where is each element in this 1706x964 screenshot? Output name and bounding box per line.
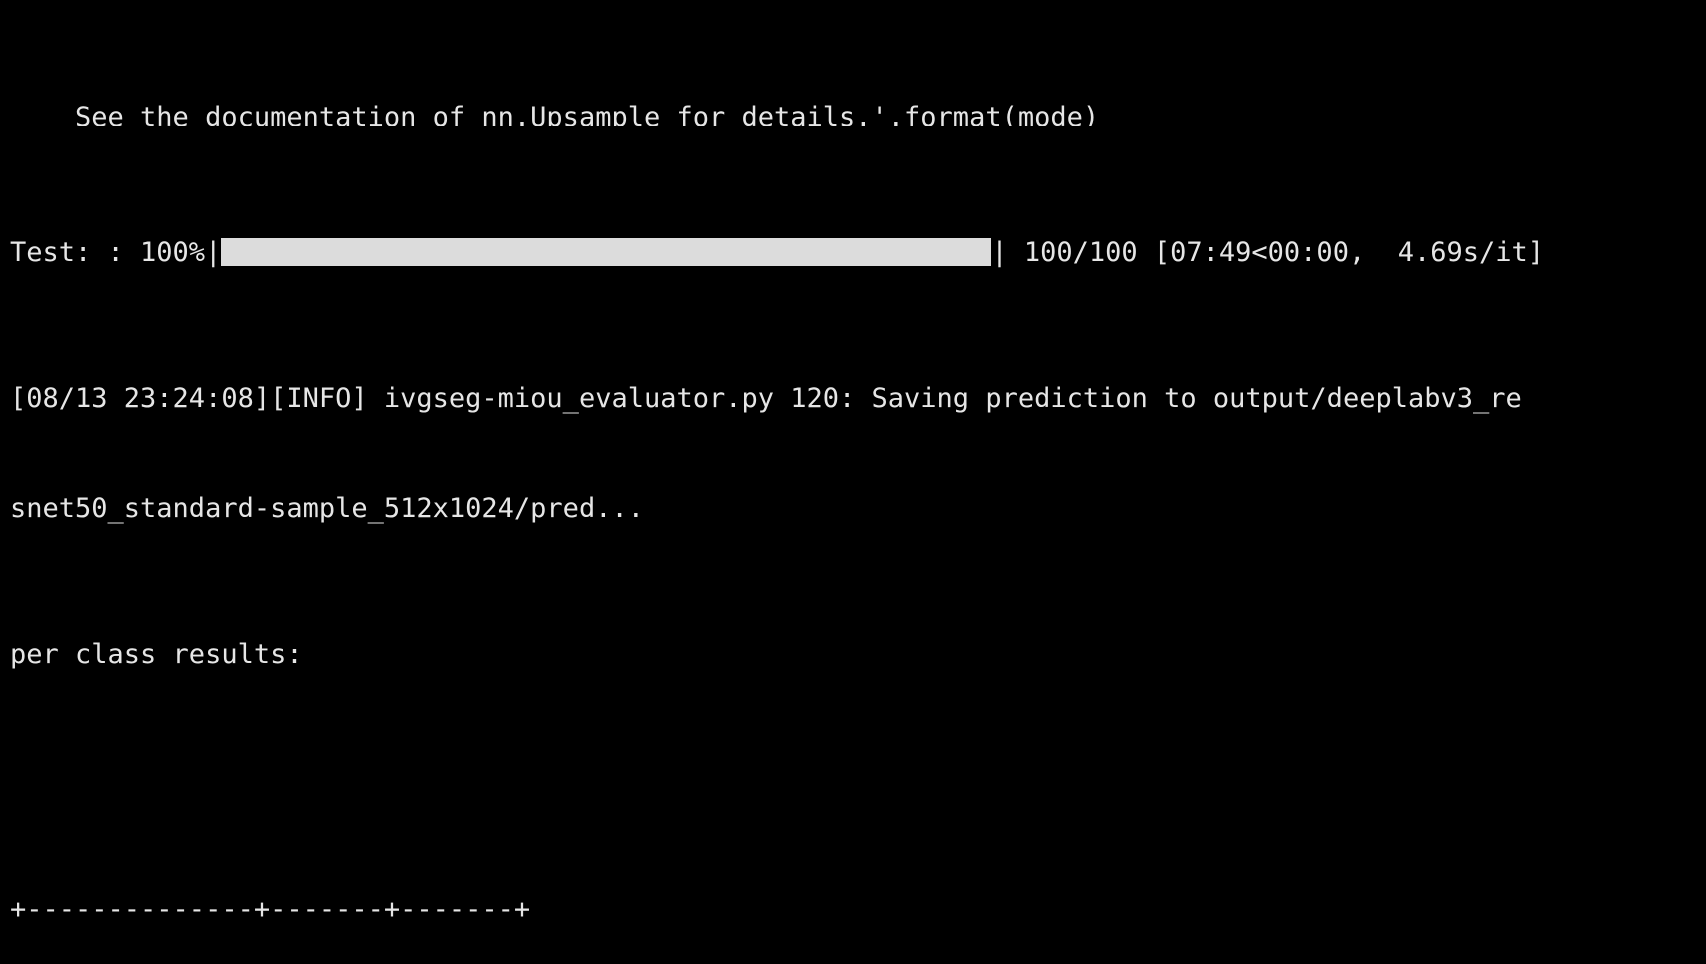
log-line-warning-tail: See the documentation of nn.Upsample for…: [10, 101, 1100, 126]
per-class-table-top-border: +--------------+-------+-------+: [10, 894, 531, 925]
per-class-results-caption: per class results:: [10, 638, 303, 670]
terminal-window[interactable]: See the documentation of nn.Upsample for…: [0, 0, 1706, 964]
progress-bar-line: Test: : 100%| | 100/100 [07:49<00:00, 4.6…: [10, 235, 1706, 272]
progress-bar-track: [221, 238, 992, 266]
log-line-saving-prediction-wrap: snet50_standard-sample_512x1024/pred...: [10, 492, 644, 524]
progress-bar-prefix: Test: : 100%|: [10, 237, 222, 268]
log-line-saving-prediction: [08/13 23:24:08][INFO] ivgseg-miou_evalu…: [10, 383, 1522, 414]
progress-bar-suffix: | 100/100 [07:49<00:00, 4.69s/it]: [991, 237, 1545, 268]
progress-bar-fill: [221, 238, 992, 266]
terminal-output-area: See the documentation of nn.Upsample for…: [10, 0, 1706, 964]
